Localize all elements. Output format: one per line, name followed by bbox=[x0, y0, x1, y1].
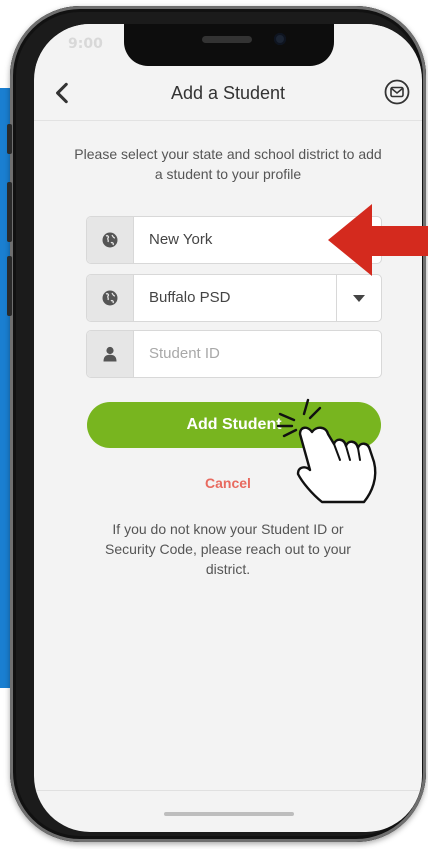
globe-icon bbox=[102, 232, 118, 248]
student-id-input[interactable]: Student ID bbox=[149, 345, 220, 362]
user-icon bbox=[103, 346, 117, 362]
mute-switch bbox=[7, 124, 12, 154]
earpiece-speaker bbox=[202, 36, 252, 43]
district-dropdown-toggle[interactable] bbox=[336, 275, 381, 321]
notch bbox=[124, 24, 334, 66]
intro-instructions: Please select your state and school dist… bbox=[74, 146, 382, 182]
mail-icon[interactable] bbox=[384, 79, 410, 105]
student-id-field[interactable]: Student ID bbox=[86, 330, 382, 378]
front-camera bbox=[274, 33, 286, 45]
student-id-icon-cell bbox=[87, 331, 134, 377]
tap-hand-icon bbox=[276, 398, 377, 504]
district-value: Buffalo PSD bbox=[149, 289, 231, 306]
nav-divider bbox=[34, 120, 422, 121]
globe-icon bbox=[102, 290, 118, 306]
volume-up-button bbox=[7, 182, 12, 242]
status-time: 9:00 bbox=[68, 36, 103, 52]
nav-bar: Add a Student bbox=[34, 74, 422, 112]
caret-down-icon bbox=[353, 295, 365, 302]
page-title: Add a Student bbox=[170, 83, 286, 103]
home-indicator[interactable] bbox=[164, 812, 294, 816]
state-value: New York bbox=[149, 231, 213, 248]
help-text: If you do not know your Student ID or Se… bbox=[105, 521, 351, 577]
bottom-divider bbox=[34, 790, 422, 791]
state-field-icon-cell bbox=[87, 217, 134, 263]
volume-down-button bbox=[7, 256, 12, 316]
district-select[interactable]: Buffalo PSD bbox=[86, 274, 382, 322]
district-field-icon-cell bbox=[87, 275, 134, 321]
red-arrow-annotation bbox=[328, 204, 428, 276]
